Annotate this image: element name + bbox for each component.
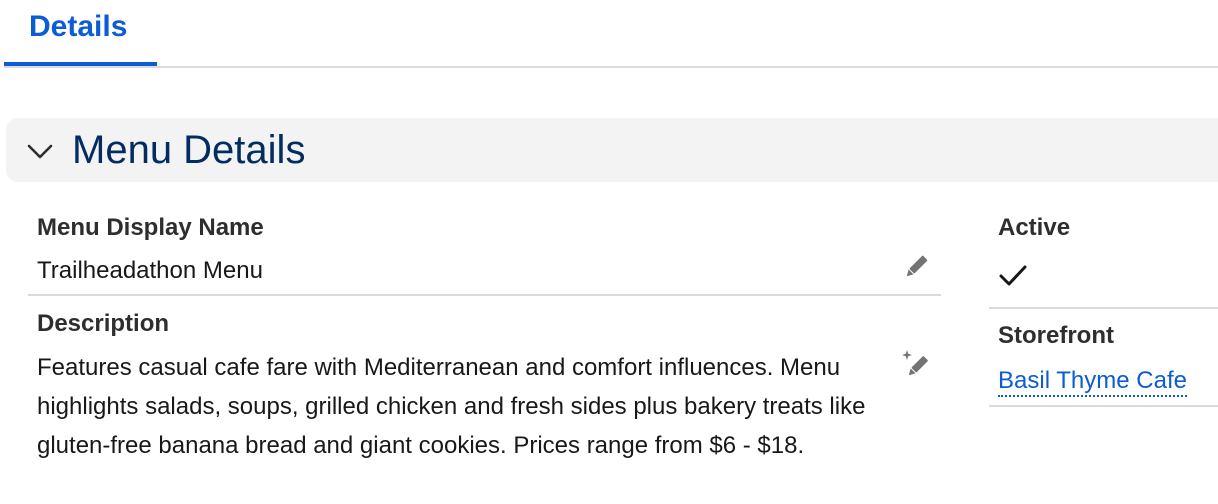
- field-divider: [989, 307, 1218, 309]
- section-title: Menu Details: [72, 128, 306, 172]
- tab-bar: Details: [0, 0, 1218, 68]
- storefront-link[interactable]: Basil Thyme Cafe: [998, 367, 1187, 397]
- menu-display-name-label: Menu Display Name: [37, 214, 264, 241]
- tab-details[interactable]: Details: [4, 0, 157, 66]
- active-label: Active: [998, 214, 1071, 241]
- description-label: Description: [37, 310, 170, 337]
- sparkle-pencil-icon[interactable]: [901, 349, 931, 379]
- description-value: Features casual cafe fare with Mediterra…: [37, 354, 866, 459]
- storefront-label: Storefront: [998, 322, 1114, 349]
- field-divider: [989, 405, 1218, 407]
- field-divider: [28, 294, 941, 296]
- tab-details-label: Details: [29, 10, 128, 43]
- pencil-icon[interactable]: [901, 252, 931, 282]
- chevron-down-icon[interactable]: [25, 139, 55, 163]
- checkmark-icon: [999, 265, 1027, 286]
- tab-bar-divider: [4, 66, 1218, 68]
- menu-display-name-value: Trailheadathon Menu: [37, 257, 263, 284]
